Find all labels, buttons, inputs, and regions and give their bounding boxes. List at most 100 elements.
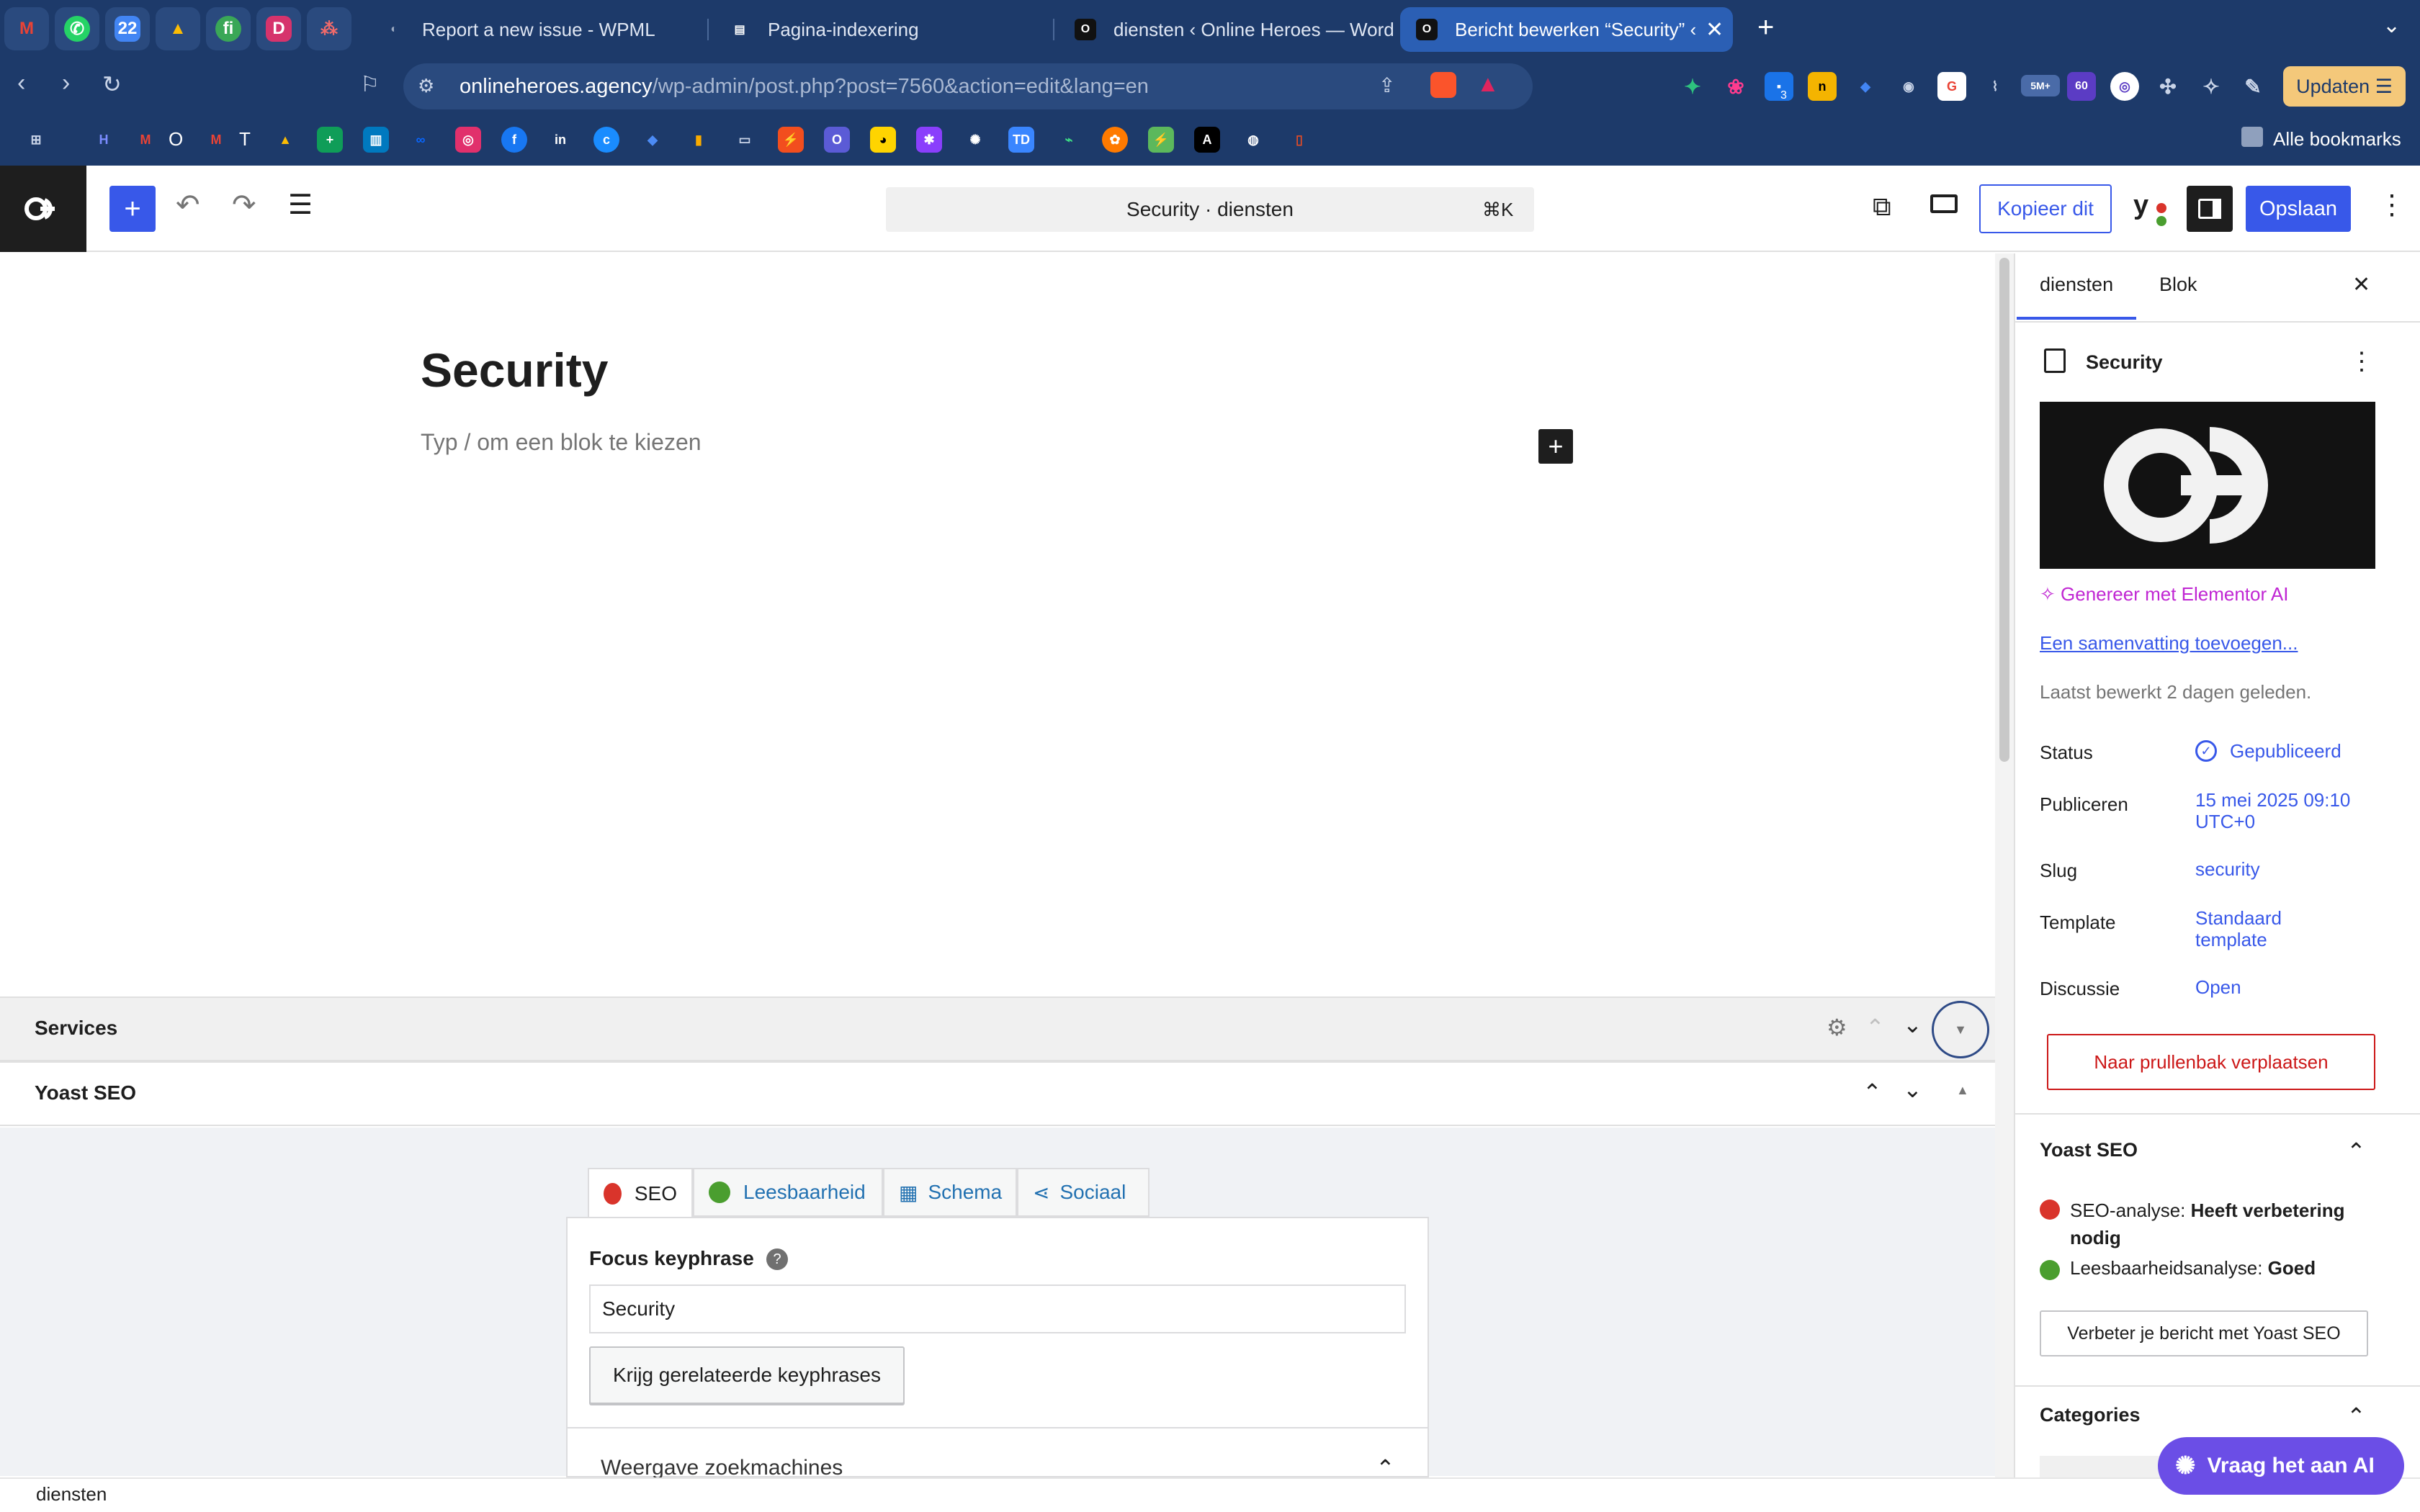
sheets-bookmark-icon[interactable]: + (317, 127, 343, 153)
gear-icon[interactable]: ⚙ (1827, 1014, 1847, 1041)
bookmark-green-icon[interactable]: ⌁ (1056, 127, 1082, 153)
status-value[interactable]: Gepubliceerd (2230, 740, 2341, 762)
brave-shield-icon[interactable] (1430, 72, 1456, 98)
post-title[interactable]: Security (421, 343, 608, 397)
apps-grid-icon[interactable]: ⊞ (23, 127, 49, 153)
update-browser-button[interactable]: Updaten ☰ (2283, 66, 2406, 107)
pen-icon[interactable]: ✎ (2238, 72, 2267, 101)
improve-with-yoast-button[interactable]: Verbeter je bericht met Yoast SEO (2040, 1310, 2368, 1356)
bookmark-icon-h[interactable]: H (91, 127, 117, 153)
options-kebab-icon[interactable]: ⋮ (2378, 189, 2406, 221)
close-tab-icon[interactable]: ✕ (1706, 17, 1724, 42)
ask-ai-button[interactable]: ✺ Vraag het aan AI (2158, 1437, 2404, 1495)
yoast-tab-readability[interactable]: Leesbaarheid (693, 1168, 883, 1217)
related-keyphrases-button[interactable]: Krijg gerelateerde keyphrases (589, 1346, 905, 1404)
yoast-metabox-header[interactable]: Yoast SEO ⌃ ⌄ ▲ (0, 1061, 1995, 1126)
meta-bookmark-icon[interactable]: ∞ (408, 127, 434, 153)
pinned-tab-gmail[interactable]: M (4, 7, 49, 50)
online-heroes-bookmark-icon[interactable]: O (824, 127, 850, 153)
bookmark-red-icon[interactable]: ⚡ (778, 127, 804, 153)
gmail-bookmark-icon[interactable]: M (206, 127, 226, 153)
yoast-tab-schema[interactable]: ▦ Schema (883, 1168, 1017, 1217)
pinned-tab-whatsapp[interactable]: ✆ (55, 7, 99, 50)
breadcrumb[interactable]: diensten (36, 1483, 107, 1506)
brave-rewards-icon[interactable]: ▲ (1476, 71, 1500, 97)
back-icon[interactable]: ‹ (17, 69, 25, 97)
copy-this-button[interactable]: Kopieer dit (1979, 184, 2112, 233)
instagram-bookmark-icon[interactable]: ◎ (455, 127, 481, 153)
google-extension-icon[interactable]: G (1937, 72, 1966, 101)
pinned-tab-fi[interactable]: fi (206, 7, 251, 50)
yoast-tab-seo[interactable]: SEO (588, 1168, 693, 1218)
extensions-puzzle-icon[interactable]: ✣ (2154, 72, 2182, 101)
move-down-chevron-icon[interactable]: ⌄ (1903, 1011, 1922, 1038)
bookmark-a-icon[interactable]: A (1194, 127, 1220, 153)
mailchimp-bookmark-icon[interactable]: ◕ (870, 127, 896, 153)
toggle-panel-icon[interactable]: ▼ (1932, 1001, 1989, 1058)
tab-diensten[interactable]: O diensten ‹ Online Heroes — Word (1059, 7, 1397, 52)
tag-bookmark-icon[interactable]: ◆ (640, 127, 666, 153)
post-actions-kebab-icon[interactable]: ⋮ (2349, 347, 2374, 376)
tab-edit-security[interactable]: O Bericht bewerken “Security” ‹ (1400, 7, 1733, 52)
pinned-tab-d[interactable]: D (256, 7, 301, 50)
td-bookmark-icon[interactable]: TD (1008, 127, 1034, 153)
block-placeholder[interactable]: Typ / om een blok te kiezen (421, 429, 702, 456)
undo-icon[interactable]: ↶ (176, 189, 200, 222)
pinned-tab-asana[interactable]: ⁂ (307, 7, 351, 50)
services-metabox-header[interactable]: Services ⚙ ⌃ ⌄ ▼ (0, 996, 1995, 1061)
panel-collapse-chevron-icon[interactable]: ⌃ (2347, 1403, 2366, 1430)
gmail-bookmark-icon[interactable]: M (135, 127, 156, 153)
editor-scrollbar-thumb[interactable] (1999, 258, 2009, 762)
add-excerpt-link[interactable]: Een samenvatting toevoegen... (2040, 632, 2298, 654)
bookmark-red-doc-icon[interactable]: ▯ (1286, 127, 1312, 153)
metrics-extension-icon[interactable]: 5M+ (2021, 75, 2060, 96)
linkedin-bookmark-icon[interactable]: in (547, 127, 573, 153)
categories-panel-title[interactable]: Categories (2040, 1404, 2141, 1426)
openai-bookmark-icon[interactable]: ✺ (962, 127, 988, 153)
search-appearance-heading[interactable]: Weergave zoekmachines (601, 1456, 843, 1480)
bookmark-label[interactable]: T (239, 128, 251, 150)
tab-wpml-issue[interactable]: ◐ Report a new issue - WPML (367, 7, 699, 52)
sidebar-tab-block[interactable]: Blok (2159, 274, 2197, 296)
site-logo-button[interactable] (0, 166, 86, 252)
slug-value[interactable]: security (2195, 858, 2260, 880)
chart-extension-icon[interactable]: ⌇ (1981, 72, 2009, 101)
sparkle-icon[interactable]: ✧ (2197, 72, 2226, 101)
tab-pagina-indexering[interactable]: ▤ Pagina-indexering (713, 7, 1052, 52)
move-up-chevron-icon[interactable]: ⌃ (1865, 1014, 1885, 1041)
camera-extension-icon[interactable]: ◉ (1894, 72, 1923, 101)
bookmark-purple-icon[interactable]: ✱ (916, 127, 942, 153)
discussion-value[interactable]: Open (2195, 976, 2241, 998)
preview-desktop-icon[interactable] (1930, 194, 1958, 213)
store-bookmark-icon[interactable]: ▭ (732, 127, 758, 153)
url-text[interactable]: onlineheroes.agency/wp-admin/post.php?po… (460, 75, 1149, 99)
counter-extension-icon[interactable]: 60 (2067, 72, 2096, 101)
extension-badge-icon[interactable]: ▪ (1765, 72, 1793, 101)
new-tab-icon[interactable]: + (1757, 12, 1774, 44)
tab-list-chevron-icon[interactable]: ⌄ (2383, 13, 2401, 38)
pinned-tab-drive[interactable]: ▲ (156, 7, 200, 50)
yoast-panel-title[interactable]: Yoast SEO (2040, 1139, 2138, 1161)
bookmark-icon[interactable]: ⚐ (360, 72, 380, 97)
site-settings-icon[interactable]: ⚙ (418, 75, 434, 97)
command-palette-bar[interactable]: Security · diensten ⌘K (886, 187, 1534, 232)
help-icon[interactable]: ? (766, 1248, 788, 1270)
settings-sidebar-toggle[interactable] (2187, 186, 2233, 232)
hummingbird-extension-icon[interactable]: ✦ (1678, 72, 1707, 101)
view-post-external-icon[interactable]: ⧉ (1873, 192, 1891, 222)
analytics-bookmark-icon[interactable]: ▮ (686, 127, 712, 153)
close-sidebar-icon[interactable]: ✕ (2352, 272, 2370, 297)
facebook-bookmark-icon[interactable]: f (501, 127, 527, 153)
share-icon[interactable]: ⇪ (1379, 73, 1395, 97)
bookmark-label[interactable]: O (169, 128, 183, 150)
trello-bookmark-icon[interactable]: ▥ (363, 127, 389, 153)
drive-bookmark-icon[interactable]: ▲ (272, 127, 298, 153)
publish-date[interactable]: 15 mei 2025 09:10 UTC+0 (2195, 789, 2350, 832)
block-inserter-button[interactable]: + (109, 186, 156, 232)
inline-block-inserter-button[interactable]: + (1538, 429, 1573, 464)
move-up-chevron-icon[interactable]: ⌃ (1863, 1079, 1882, 1106)
template-value[interactable]: Standaard template (2195, 907, 2282, 950)
globe-bookmark-icon[interactable]: ◍ (1240, 127, 1266, 153)
color-picker-extension-icon[interactable]: ❀ (1721, 72, 1750, 101)
yoast-tab-social[interactable]: ⋖ Sociaal (1017, 1168, 1150, 1217)
